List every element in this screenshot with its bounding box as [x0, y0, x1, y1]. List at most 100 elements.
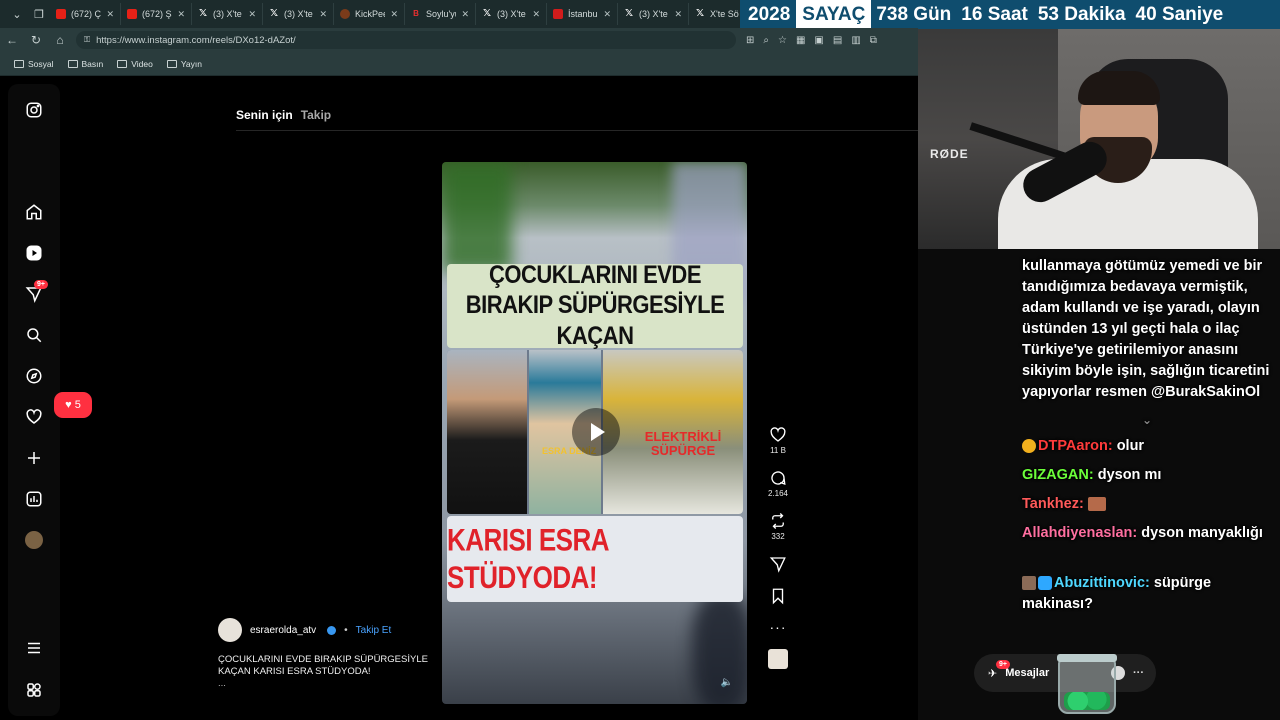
close-icon[interactable]: ✕ — [532, 9, 540, 20]
browser-tab[interactable]: B Soylu'yu ✕ — [405, 3, 476, 25]
chevron-down-icon[interactable]: ⌄ — [1142, 412, 1152, 429]
tab-list-chevron-icon[interactable]: ⌄ — [6, 3, 28, 25]
bookmark-star-icon[interactable]: ☆ — [778, 35, 787, 46]
back-icon[interactable]: ← — [0, 33, 24, 47]
search-icon[interactable] — [24, 325, 44, 345]
site-info-icon[interactable]: ⚿ — [84, 35, 90, 45]
reel-video[interactable]: ÇOCUKLARINI EVDE BIRAKIP SÜPÜRGESİYLE KA… — [442, 162, 747, 704]
counter-seconds: 40 Saniye — [1135, 3, 1224, 25]
stream-chat: kullanmaya götümüz yemedi ve bir tanıdığ… — [1014, 252, 1280, 720]
chat-username: Abuzittinovic: — [1054, 575, 1150, 591]
extension-icon[interactable]: ⧉ — [870, 35, 877, 46]
close-icon[interactable]: ✕ — [177, 9, 185, 20]
url-field[interactable]: ⚿ https://www.instagram.com/reels/DXo12-… — [76, 31, 736, 49]
close-icon[interactable]: ✕ — [106, 9, 114, 20]
notifications-popup-badge[interactable]: ♥ 5 — [54, 392, 92, 418]
extension-icon[interactable]: ▦ — [796, 35, 805, 46]
close-icon[interactable]: ✕ — [461, 9, 469, 20]
badge-icon — [1038, 576, 1052, 591]
browser-tab[interactable]: 𝕏 (3) X'te ✕ — [192, 3, 263, 25]
close-icon[interactable]: ✕ — [390, 9, 398, 20]
home-icon[interactable] — [24, 202, 44, 222]
bookmark-icon — [772, 588, 784, 605]
reel-caption: ÇOCUKLARINI EVDE BIRAKIP SÜPÜRGESİYLE KA… — [218, 654, 428, 690]
instagram-logo-icon[interactable] — [24, 100, 44, 120]
zoom-icon[interactable]: ⌕ — [763, 35, 769, 46]
browser-tab[interactable]: 𝕏 (3) X'te İ ✕ — [476, 3, 547, 25]
repost-count: 332 — [771, 532, 785, 541]
comment-count: 2.164 — [767, 489, 789, 498]
tab-for-you[interactable]: Senin için — [236, 108, 293, 122]
tab-actions-icon[interactable]: ❐ — [28, 3, 50, 25]
play-button[interactable] — [572, 408, 620, 456]
close-icon[interactable]: ✕ — [674, 9, 682, 20]
bookmark-folder-basin[interactable]: Basın — [67, 59, 103, 69]
caption-text: ÇOCUKLARINI EVDE BIRAKIP SÜPÜRGESİYLE KA… — [218, 654, 428, 677]
home-icon[interactable]: ⌂ — [48, 33, 72, 47]
follow-button[interactable]: Takip Et — [356, 625, 392, 636]
mic-brand-label: RØDE — [930, 147, 969, 161]
heart-icon — [770, 427, 786, 442]
author-avatar[interactable] — [218, 618, 242, 642]
ellipsis-icon[interactable]: ··· — [1133, 667, 1144, 679]
extension-icon[interactable]: ▤ — [833, 35, 842, 46]
mute-icon[interactable]: 🔈 — [721, 677, 733, 688]
extension-icon[interactable]: ▥ — [851, 35, 860, 46]
browser-tab[interactable]: İstanbul' ✕ — [547, 3, 618, 25]
extension-icon[interactable]: ▣ — [814, 35, 823, 46]
close-icon[interactable]: ✕ — [319, 9, 327, 20]
create-plus-icon[interactable] — [24, 448, 44, 468]
bookmark-folder-yayin[interactable]: Yayın — [166, 59, 202, 69]
reload-icon[interactable]: ↻ — [24, 33, 48, 47]
badge-icon — [1022, 439, 1036, 454]
verified-icon — [327, 625, 337, 635]
tab-following[interactable]: Takip — [301, 108, 331, 122]
browser-tab[interactable]: 𝕏 (3) X'te A ✕ — [618, 3, 689, 25]
reel-photo-collage: ESRA DENİZ ELEKTRİKLİ SÜPÜRGE — [447, 350, 743, 514]
chat-message: Abuzittinovic: süpürge makinası? — [1022, 573, 1278, 615]
notifications-heart-icon[interactable] — [24, 407, 44, 427]
folder-icon — [117, 59, 128, 68]
reel-actions: 11 B 2.164 332 ··· — [762, 426, 794, 683]
audio-avatar[interactable] — [768, 649, 788, 669]
feed-tabs: Senin için Takip — [236, 108, 331, 122]
profile-avatar[interactable] — [24, 530, 44, 550]
bookmark-folder-video[interactable]: Video — [117, 59, 153, 69]
reel-bottom-banner: KARISI ESRA STÜDYODA! — [447, 516, 743, 602]
x-icon: 𝕏 — [482, 8, 492, 19]
explore-icon[interactable] — [24, 366, 44, 386]
webcam-feed: RØDE — [918, 29, 1280, 249]
caption-more[interactable]: ... — [218, 678, 428, 690]
dashboard-icon[interactable] — [24, 489, 44, 509]
instagram-page: 9+ ♥ 5 Senin için Takip ÇOCUKLARINI EVDE… — [0, 76, 918, 720]
browser-tab[interactable]: (672) Çalı ✕ — [50, 3, 121, 25]
install-app-icon[interactable]: ⊞ — [746, 35, 754, 46]
b-icon: B — [413, 9, 419, 18]
badge-icon — [1022, 576, 1036, 591]
more-options[interactable]: ··· — [770, 619, 787, 635]
browser-tab[interactable]: 𝕏 (3) X'te O ✕ — [263, 3, 334, 25]
also-from-meta-icon[interactable] — [24, 680, 44, 700]
browser-tab[interactable]: (672) Şarı ✕ — [121, 3, 192, 25]
separator-dot: • — [344, 624, 348, 636]
chat-username: Allahdiyenaslan: — [1022, 525, 1138, 541]
heart-icon: ♥ — [65, 399, 72, 411]
close-icon[interactable]: ✕ — [603, 9, 611, 20]
bookmark-folder-sosyal[interactable]: Sosyal — [14, 59, 54, 69]
tab-strip: (672) Çalı ✕ (672) Şarı ✕ 𝕏 (3) X'te ✕ 𝕏 (3) X't… — [50, 3, 760, 25]
reels-icon[interactable] — [24, 243, 44, 263]
comment-action[interactable]: 2.164 — [768, 469, 788, 498]
comment-icon — [771, 471, 786, 485]
repost-action[interactable]: 332 — [769, 512, 787, 541]
folder-icon — [67, 59, 78, 68]
author-username[interactable]: esraerolda_atv — [250, 625, 316, 636]
chat-username: GIZAGAN: — [1022, 467, 1094, 483]
save-action[interactable] — [769, 587, 787, 605]
like-action[interactable]: 11 B — [769, 426, 787, 455]
repost-icon — [772, 513, 784, 529]
close-icon[interactable]: ✕ — [248, 9, 256, 20]
bookmark-label: Sosyal — [28, 58, 54, 69]
share-action[interactable] — [769, 555, 787, 573]
browser-tab[interactable]: KickPeek ✕ — [334, 3, 405, 25]
more-menu-icon[interactable] — [24, 638, 44, 658]
